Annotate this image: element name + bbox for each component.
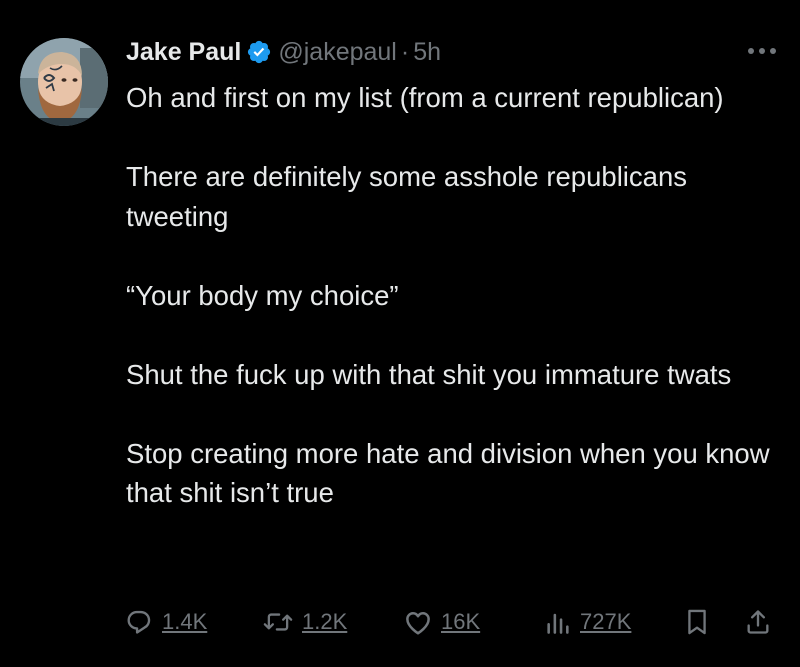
retweet-count: 1.2K — [302, 609, 348, 634]
retweet-button[interactable]: 1.2K — [262, 600, 347, 644]
like-count: 16K — [441, 609, 481, 634]
like-button[interactable]: 16K — [403, 600, 480, 644]
reply-count: 1.4K — [162, 609, 208, 634]
verified-badge-icon — [246, 39, 272, 65]
reply-button[interactable]: 1.4K — [126, 600, 207, 644]
author-handle[interactable]: @jakepaul — [278, 38, 397, 67]
header-separator: · — [400, 37, 410, 66]
retweet-icon — [263, 613, 293, 631]
share-button[interactable] — [744, 600, 772, 644]
tweet-text: Oh and first on my list (from a current … — [126, 78, 776, 513]
tweet-header: Jake Paul @jakepaul · 5h — [126, 34, 441, 70]
tweet-paragraph: There are definitely some asshole republ… — [126, 161, 687, 232]
tweet-paragraph: Stop creating more hate and division whe… — [126, 437, 770, 509]
share-icon — [747, 610, 769, 634]
more-options-icon[interactable] — [740, 38, 784, 64]
avatar[interactable] — [20, 38, 108, 126]
views-icon — [547, 613, 569, 634]
avatar-image — [20, 38, 108, 126]
tweet-paragraph: Oh and first on my list (from a current … — [126, 82, 724, 113]
views-count: 727K — [580, 609, 632, 634]
reply-icon — [127, 610, 151, 634]
tweet-paragraph: “Your body my choice” — [126, 279, 399, 311]
views-button[interactable]: 727K — [544, 600, 631, 644]
tweet-paragraph: Shut the fuck up with that shit you imma… — [126, 358, 732, 390]
tweet-actions: 1.4K 1.2K 16K 727K — [0, 600, 800, 644]
author-name[interactable]: Jake Paul — [126, 38, 241, 67]
like-icon — [406, 612, 430, 635]
tweet: Jake Paul @jakepaul · 5h Oh and first on… — [0, 0, 800, 667]
tweet-timestamp[interactable]: 5h — [413, 38, 441, 67]
bookmark-button[interactable] — [684, 600, 710, 644]
bookmark-icon — [688, 609, 706, 635]
